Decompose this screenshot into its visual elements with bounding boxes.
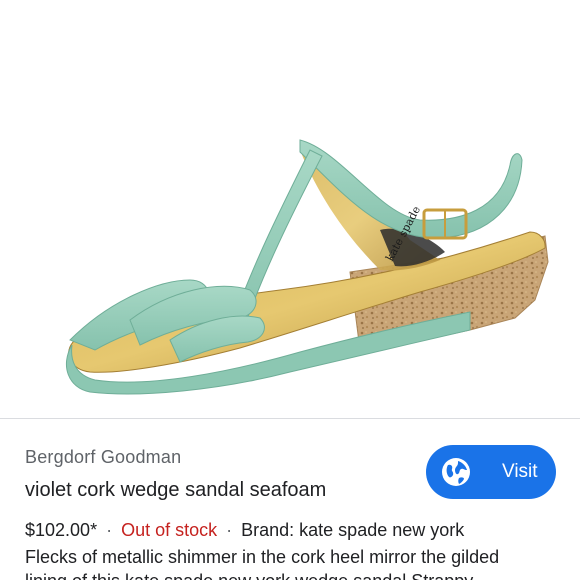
globe-icon — [442, 458, 470, 486]
separator-dot: · — [106, 520, 113, 540]
visit-button[interactable]: Visit — [426, 445, 556, 499]
price-stock-brand-line: $102.00* · Out of stock · Brand: kate spade … — [25, 520, 464, 541]
description-line: Flecks of metallic shimmer in the cork h… — [25, 547, 500, 567]
brand-label: Brand: kate spade new york — [241, 520, 465, 540]
separator-dot: · — [226, 520, 233, 540]
sandal-illustration: kate spade — [65, 139, 549, 395]
product-result-card: kate spade Bergdorf Goodman violet cork … — [0, 0, 580, 580]
product-description: Flecks of metallic shimmer in the cork h… — [25, 545, 565, 580]
stock-status: Out of stock — [121, 520, 218, 540]
merchant-name[interactable]: Bergdorf Goodman — [25, 447, 181, 468]
price: $102.00* — [25, 520, 98, 540]
product-info: Bergdorf Goodman violet cork wedge sanda… — [0, 419, 580, 580]
product-image[interactable]: kate spade — [0, 0, 580, 418]
product-title[interactable]: violet cork wedge sandal seafoam — [25, 479, 326, 502]
description-line: lining of this kate spade new york wedge… — [25, 569, 565, 580]
visit-label: Visit — [502, 461, 538, 482]
